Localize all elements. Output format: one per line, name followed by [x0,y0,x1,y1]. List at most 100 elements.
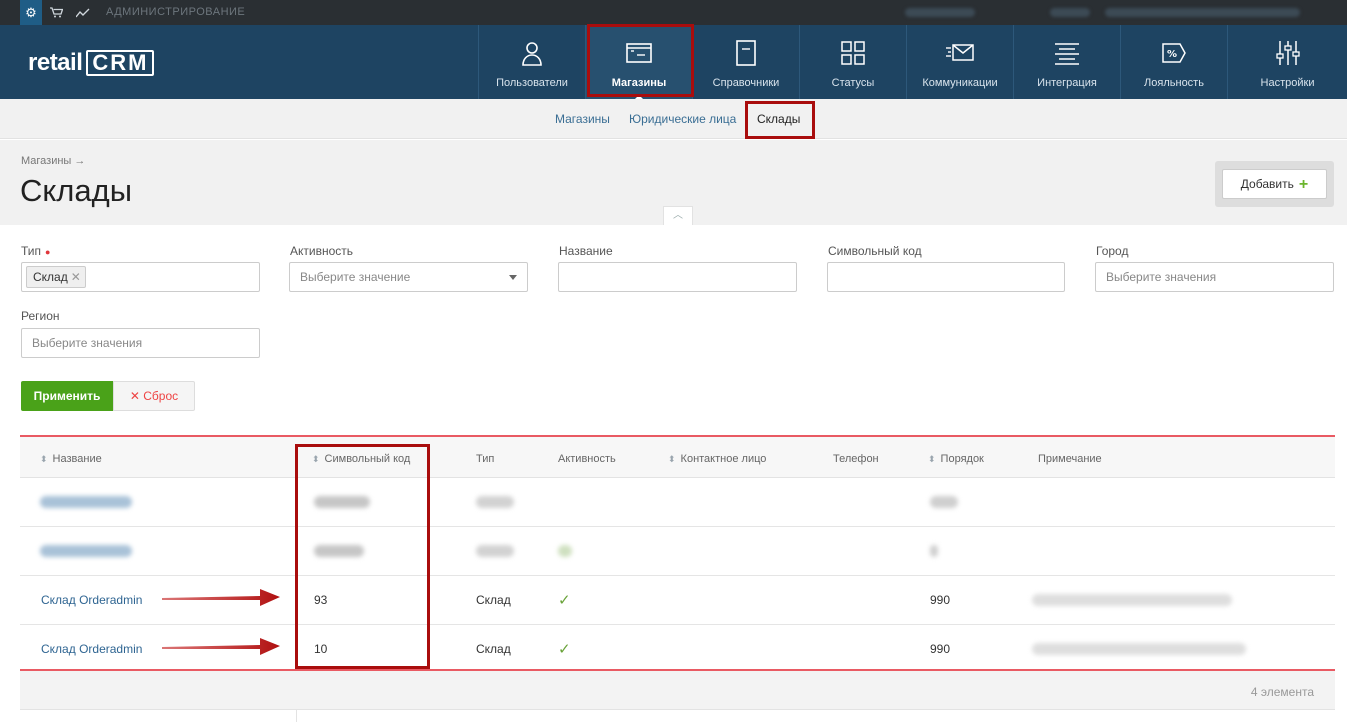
nav-stores[interactable]: Магазины [585,25,692,100]
warehouse-order: 990 [930,642,951,656]
col-code-label: Символьный код [324,453,411,465]
nav-loyalty[interactable]: % Лояльность [1120,25,1227,99]
warehouse-code: 93 [314,593,328,607]
subnav-legal-entities[interactable]: Юридические лица [629,112,736,126]
city-placeholder: Выберите значения [1106,270,1217,284]
remove-tag-icon[interactable]: ✕ [71,270,81,284]
reset-button[interactable]: ✕ Сброс [113,381,195,411]
type-tag: Склад ✕ [26,266,86,288]
nav-label: Лояльность [1144,77,1204,89]
plus-icon: + [1298,176,1309,193]
region-placeholder: Выберите значения [32,336,143,350]
add-button-wrap: Добавить + [1215,161,1334,207]
warehouse-type: Склад [476,593,511,607]
type-tag-label: Склад [33,270,68,284]
type-label-text: Тип [21,244,42,258]
col-type: Тип [476,453,495,465]
nav-label: Статусы [831,77,875,89]
store-icon [626,43,652,63]
blurred-check [558,545,572,557]
nav-settings[interactable]: Настройки [1227,25,1347,99]
subnav-stores[interactable]: Магазины [555,112,610,126]
apply-button[interactable]: Применить [21,381,113,411]
user-icon [522,42,542,66]
nav-communications[interactable]: Коммуникации [906,25,1013,99]
city-filter-label: Город [1096,244,1129,258]
col-phone: Телефон [833,453,879,465]
check-icon: ✓ [558,641,571,658]
col-code[interactable]: ⬍ Символьный код [312,453,410,465]
type-filter-input[interactable]: Склад ✕ [21,262,260,292]
col-contact-label: Контактное лицо [680,453,767,465]
col-name-label: Название [52,453,102,465]
table-row[interactable] [20,478,1335,527]
warehouse-name-link[interactable]: Склад Orderadmin [41,642,142,656]
blurred-name[interactable] [40,545,132,557]
activity-select[interactable]: Выберите значение [289,262,528,292]
nav-integration[interactable]: Интеграция [1013,25,1120,99]
page-header: Магазины → Склады Добавить + ︿ [0,140,1347,225]
reset-label: Сброс [143,389,179,403]
nav-label: Справочники [712,77,780,89]
logo-crm: CRM [86,50,155,76]
cart-icon[interactable] [45,0,67,25]
blurred-user[interactable] [1105,8,1300,17]
table-row[interactable]: Склад Orderadmin 93 Склад ✓ 990 [20,576,1335,625]
add-button-label: Добавить [1240,177,1294,191]
blurred-item [905,8,975,17]
table-footer: 4 элемента [20,669,1335,709]
divider [296,710,297,722]
warehouse-code: 10 [314,642,328,656]
book-icon [736,40,756,66]
gear-icon[interactable]: ⚙ [20,0,42,25]
collapse-filters-toggle[interactable]: ︿ [663,206,693,225]
nav-label: Настройки [1260,77,1315,89]
nav-label: Пользователи [496,77,568,89]
col-active: Активность [558,453,616,465]
svg-text:%: % [1167,49,1177,60]
add-button[interactable]: Добавить + [1222,169,1327,199]
code-filter-input[interactable] [827,262,1065,292]
blurred-type [476,545,514,557]
table-row[interactable]: Склад Orderadmin 10 Склад ✓ 990 [20,625,1335,674]
col-name[interactable]: ⬍ Название [40,453,102,465]
name-filter-input[interactable] [558,262,797,292]
type-filter-label: Тип ● [21,244,50,258]
warehouse-name-link[interactable]: Склад Orderadmin [41,593,142,607]
col-order[interactable]: ⬍ Порядок [928,453,984,465]
main-header: retail CRM Пользователи Магазины Справочн… [0,25,1347,100]
subnav-warehouses[interactable]: Склады [757,112,800,126]
chart-icon[interactable] [72,0,94,25]
admin-bar-title: АДМИНИСТРИРОВАНИЕ [106,6,246,18]
activity-filter-label: Активность [290,244,354,258]
page-title: Склады [20,173,132,208]
region-filter-input[interactable]: Выберите значения [21,328,260,358]
table-bottom [20,709,1335,722]
warehouse-order: 990 [930,593,951,607]
items-count: 4 элемента [1250,685,1314,699]
retailcrm-logo[interactable]: retail CRM [28,49,155,77]
filter-panel: Тип ● Склад ✕ Активность Выберите значение… [0,225,1347,425]
col-order-label: Порядок [940,453,984,465]
nav-users[interactable]: Пользователи [478,25,585,99]
close-icon: ✕ [129,389,144,403]
nav-label: Интеграция [1037,77,1097,89]
breadcrumb[interactable]: Магазины → [21,155,85,167]
table-header: ⬍ Название ⬍ Символьный код Тип Активность… [20,435,1335,478]
integration-icon [1055,43,1079,65]
blurred-note [1032,643,1246,655]
percent-tag-icon: % [1162,43,1186,63]
sub-navigation: Магазины Юридические лица Склады [0,99,1347,139]
admin-bar: ⚙ АДМИНИСТРИРОВАНИЕ [0,0,1347,25]
col-contact[interactable]: ⬍ Контактное лицо [668,453,766,465]
nav-dictionaries[interactable]: Справочники [692,25,799,99]
nav-statuses[interactable]: Статусы [799,25,906,99]
required-mark: ● [45,247,51,257]
sliders-icon [1275,41,1300,65]
blurred-name[interactable] [40,496,132,508]
city-filter-input[interactable]: Выберите значения [1095,262,1334,292]
table-row[interactable] [20,527,1335,576]
blurred-order [930,496,958,508]
blurred-item [1050,8,1090,17]
chevron-down-icon [509,275,517,280]
